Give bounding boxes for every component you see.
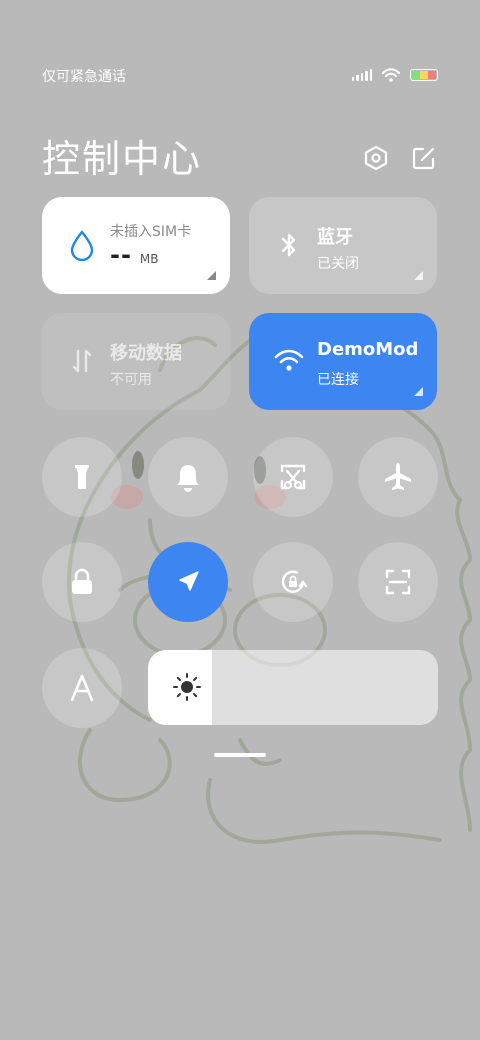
mobile-data-label: 移动数据: [110, 343, 182, 364]
brightness-slider[interactable]: [148, 650, 438, 725]
mobile-data-status: 不可用: [110, 372, 152, 388]
toggle-lock-screen[interactable]: [42, 542, 122, 622]
data-usage-label: 未插入SIM卡: [110, 224, 192, 240]
toggle-airplane-mode[interactable]: [358, 437, 438, 517]
edit-button[interactable]: [410, 144, 438, 172]
rotation-lock-icon: [281, 570, 308, 593]
wifi-icon: [382, 68, 400, 82]
airplane-icon: [385, 463, 411, 490]
data-usage-tile[interactable]: 未插入SIM卡 -- MB: [42, 197, 230, 294]
wifi-tile[interactable]: DemoMod 已连接: [249, 313, 437, 410]
toggle-reading-mode[interactable]: [42, 648, 122, 728]
water-drop-icon: [70, 230, 94, 261]
bluetooth-icon: [281, 233, 296, 257]
toggle-screenshot[interactable]: [253, 437, 333, 517]
font-a-icon: [70, 674, 94, 702]
lock-icon: [72, 568, 92, 594]
location-arrow-icon: [179, 571, 199, 591]
data-usage-unit: MB: [139, 252, 159, 266]
scan-icon: [385, 569, 411, 595]
toggle-scanner[interactable]: [358, 542, 438, 622]
battery-icon: [410, 69, 438, 81]
page-title: 控制中心: [42, 137, 203, 181]
toggle-location[interactable]: [148, 542, 228, 622]
expand-corner-icon: [414, 387, 423, 396]
flashlight-icon: [75, 465, 89, 489]
sun-icon: [173, 673, 201, 701]
bell-icon: [177, 465, 199, 492]
data-usage-value-group: -- MB: [110, 241, 159, 269]
toggle-flashlight[interactable]: [42, 437, 122, 517]
data-usage-value: --: [110, 241, 132, 269]
toggle-sound[interactable]: [148, 437, 228, 517]
expand-corner-icon: [414, 271, 423, 280]
settings-button[interactable]: [362, 144, 390, 172]
mobile-data-tile[interactable]: 移动数据 不可用: [42, 313, 230, 410]
status-icons: [351, 66, 438, 84]
bluetooth-label: 蓝牙: [317, 227, 353, 248]
wifi-status: 已连接: [317, 372, 359, 388]
signal-bars-icon: [351, 69, 372, 81]
data-arrows-icon: [72, 349, 92, 373]
screenshot-scissors-icon: [280, 464, 306, 490]
status-carrier-text: 仅可紧急通话: [42, 69, 126, 85]
settings-hexagon-icon: [364, 145, 388, 171]
wifi-network-name: DemoMod: [317, 339, 419, 360]
toggle-auto-rotate[interactable]: [253, 542, 333, 622]
edit-icon: [412, 147, 435, 170]
home-indicator[interactable]: [214, 753, 266, 757]
wifi-icon: [274, 349, 304, 371]
bluetooth-status: 已关闭: [317, 256, 359, 272]
bluetooth-tile[interactable]: 蓝牙 已关闭: [249, 197, 437, 294]
expand-corner-icon: [207, 271, 216, 280]
